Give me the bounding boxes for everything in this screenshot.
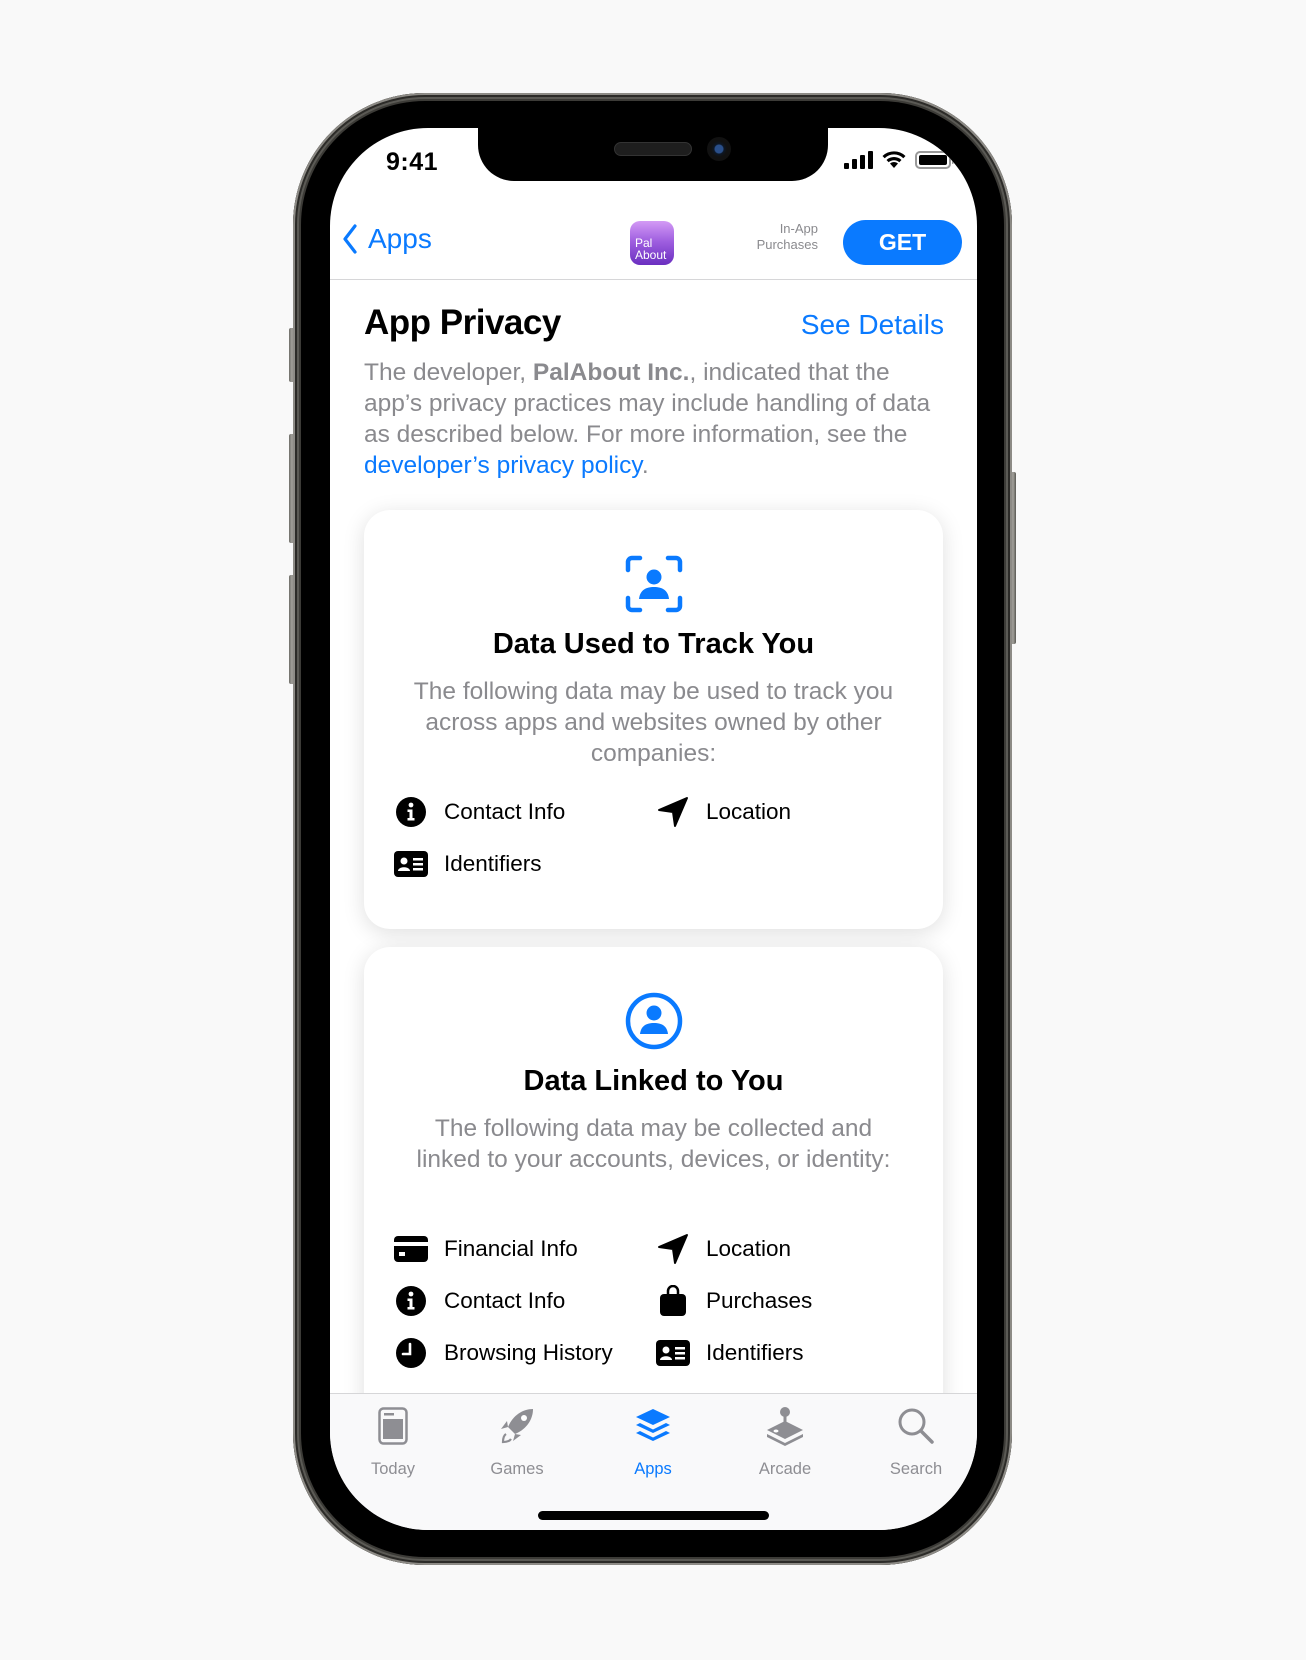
joystick-icon <box>767 1407 803 1446</box>
tab-bar: Today Games Apps Arcade Search <box>330 1393 977 1530</box>
location-arrow-icon <box>656 796 690 828</box>
chevron-left-icon <box>343 224 357 254</box>
desc-suffix: . <box>641 452 649 479</box>
iap-line1: In-App <box>779 221 818 236</box>
app-icon-text-line2: About <box>635 248 667 262</box>
privacy-policy-link[interactable]: developer’s privacy policy <box>364 452 642 479</box>
data-type-financial-info: Financial Info <box>394 1233 656 1265</box>
tab-label: Today <box>370 1460 416 1478</box>
item-label: Contact Info <box>444 799 566 824</box>
notch <box>478 128 828 181</box>
front-camera <box>707 137 731 161</box>
card-title: Data Linked to You <box>523 1065 784 1097</box>
data-type-contact-info: Contact Info <box>394 796 656 828</box>
credit-card-icon <box>394 1233 428 1265</box>
cellular-signal-icon <box>844 150 873 169</box>
card-data-linked-to-you: Data Linked to You The following data ma… <box>364 947 943 1393</box>
data-type-identifiers: Identifiers <box>394 848 656 880</box>
location-arrow-icon <box>656 1233 690 1265</box>
in-app-purchases-note: In-App Purchases <box>748 221 818 253</box>
home-indicator[interactable] <box>538 1511 769 1520</box>
back-label: Apps <box>368 223 432 254</box>
tab-label: Games <box>490 1460 544 1478</box>
item-label: Location <box>706 799 792 824</box>
data-type-browsing-history: Browsing History <box>394 1337 656 1369</box>
id-card-icon <box>394 848 428 880</box>
item-label: Purchases <box>706 1288 813 1313</box>
info-circle-icon <box>394 1285 428 1317</box>
item-label: Location <box>706 1236 792 1261</box>
developer-name: PalAbout Inc. <box>532 359 690 386</box>
item-label: Browsing History <box>444 1340 613 1365</box>
data-type-location: Location <box>656 1233 918 1265</box>
tab-label: Apps <box>634 1460 672 1478</box>
card-subtitle: The following data may be collected and … <box>416 1115 891 1173</box>
id-card-icon <box>656 1337 690 1369</box>
data-type-identifiers: Identifiers <box>656 1337 918 1369</box>
card-title: Data Used to Track You <box>492 628 815 660</box>
shopping-bag-icon <box>656 1285 690 1317</box>
item-label: Contact Info <box>444 1288 566 1313</box>
iap-line2: Purchases <box>756 237 818 252</box>
status-time: 9:41 <box>386 148 439 176</box>
tab-search[interactable]: Search <box>861 1404 971 1479</box>
data-type-location: Location <box>656 796 918 828</box>
content-scroll[interactable]: App Privacy See Details The developer, P… <box>330 281 977 1393</box>
privacy-description: The developer, PalAbout Inc., indicated … <box>364 357 944 481</box>
data-type-list: Financial Info Location Contact Info Pur… <box>394 1233 923 1369</box>
get-button[interactable]: GET <box>843 220 962 265</box>
tab-arcade[interactable]: Arcade <box>730 1404 840 1479</box>
desc-prefix: The developer, <box>364 359 533 386</box>
item-label: Identifiers <box>444 851 542 876</box>
speaker-grille <box>614 142 692 156</box>
see-details-link[interactable]: See Details <box>801 309 944 341</box>
tab-apps[interactable]: Apps <box>598 1404 708 1479</box>
nav-bar: Apps Pal About In-App Purchases GET <box>330 205 977 280</box>
battery-icon <box>915 150 954 169</box>
item-label: Financial Info <box>444 1236 578 1261</box>
data-type-contact-info: Contact Info <box>394 1285 656 1317</box>
person-circle-icon <box>625 992 682 1050</box>
tab-label: Search <box>889 1460 943 1478</box>
tab-label: Arcade <box>758 1460 812 1478</box>
back-button[interactable]: Apps <box>342 223 432 255</box>
today-icon <box>378 1407 408 1445</box>
card-data-used-to-track: Data Used to Track You The following dat… <box>364 510 943 929</box>
tab-today[interactable]: Today <box>338 1404 448 1479</box>
data-type-list: Contact Info Location Identifiers <box>394 796 923 880</box>
card-subtitle: The following data may be used to track … <box>413 678 894 767</box>
status-icons <box>844 150 954 169</box>
search-icon <box>898 1408 934 1444</box>
page-title: App Privacy <box>364 303 561 342</box>
clock-icon <box>394 1337 428 1369</box>
rocket-icon <box>501 1409 533 1444</box>
person-viewfinder-icon <box>625 555 682 613</box>
screen: 9:41 Apps Pal About In-App Purchases GET <box>330 128 977 1530</box>
info-circle-icon <box>394 796 428 828</box>
tab-games[interactable]: Games <box>462 1404 572 1479</box>
app-icon: Pal About <box>630 221 674 265</box>
wifi-icon <box>882 151 906 168</box>
apps-stack-icon <box>636 1409 670 1441</box>
data-type-purchases: Purchases <box>656 1285 918 1317</box>
item-label: Identifiers <box>706 1340 804 1365</box>
